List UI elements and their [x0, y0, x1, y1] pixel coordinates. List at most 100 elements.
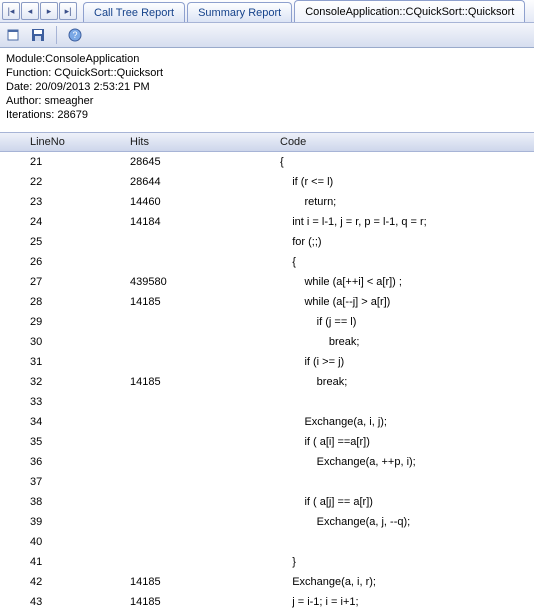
cell-lineno: 35: [0, 436, 130, 448]
tabs: Call Tree ReportSummary ReportConsoleApp…: [83, 0, 525, 22]
cell-code: if ( a[j] == a[r]): [280, 496, 534, 508]
cell-hits: 14185: [130, 376, 280, 388]
cell-lineno: 40: [0, 536, 130, 548]
cell-code: for (;;): [280, 236, 534, 248]
cell-lineno: 32: [0, 376, 130, 388]
meta-function: Function: CQuickSort::Quicksort: [6, 66, 528, 80]
cell-hits: 28645: [130, 156, 280, 168]
cell-hits: 14185: [130, 296, 280, 308]
table-row[interactable]: 37: [0, 472, 534, 492]
cell-lineno: 36: [0, 456, 130, 468]
cell-lineno: 21: [0, 156, 130, 168]
cell-lineno: 34: [0, 416, 130, 428]
cell-code: break;: [280, 376, 534, 388]
code-grid: 2128645{2228644 if (r <= l)2314460 retur…: [0, 152, 534, 613]
meta-date: Date: 20/09/2013 2:53:21 PM: [6, 80, 528, 94]
cell-hits: 14460: [130, 196, 280, 208]
table-row[interactable]: 40: [0, 532, 534, 552]
table-row[interactable]: 35 if ( a[i] ==a[r]): [0, 432, 534, 452]
cell-code: Exchange(a, i, j);: [280, 416, 534, 428]
cell-lineno: 39: [0, 516, 130, 528]
nav-last-icon[interactable]: ▸|: [59, 2, 77, 20]
meta-author: Author: smeagher: [6, 94, 528, 108]
header-lineno[interactable]: LineNo: [0, 136, 130, 148]
new-window-icon[interactable]: [4, 25, 24, 45]
help-icon[interactable]: ?: [65, 25, 85, 45]
table-row[interactable]: 3214185 break;: [0, 372, 534, 392]
tab-call-tree-report[interactable]: Call Tree Report: [83, 2, 185, 22]
meta-module: Module:ConsoleApplication: [6, 52, 528, 66]
table-row[interactable]: 2314460 return;: [0, 192, 534, 212]
cell-code: Exchange(a, ++p, i);: [280, 456, 534, 468]
table-row[interactable]: 30 break;: [0, 332, 534, 352]
cell-lineno: 37: [0, 476, 130, 488]
cell-lineno: 27: [0, 276, 130, 288]
cell-code: Exchange(a, j, --q);: [280, 516, 534, 528]
cell-code: if ( a[i] ==a[r]): [280, 436, 534, 448]
nav-next-icon[interactable]: ▸: [40, 2, 58, 20]
cell-code: int i = l-1, j = r, p = l-1, q = r;: [280, 216, 534, 228]
nav-first-icon[interactable]: |◂: [2, 2, 20, 20]
grid-header: LineNo Hits Code: [0, 132, 534, 152]
cell-code: if (j == l): [280, 316, 534, 328]
cell-code: j = i-1; i = i+1;: [280, 596, 534, 608]
table-row[interactable]: 38 if ( a[j] == a[r]): [0, 492, 534, 512]
nav-prev-icon[interactable]: ◂: [21, 2, 39, 20]
toolbar: ?: [0, 23, 534, 48]
tab-summary-report[interactable]: Summary Report: [187, 2, 292, 22]
table-row[interactable]: 4214185 Exchange(a, i, r);: [0, 572, 534, 592]
cell-lineno: 38: [0, 496, 130, 508]
cell-hits: 14184: [130, 216, 280, 228]
cell-code: }: [280, 556, 534, 568]
header-code[interactable]: Code: [280, 136, 534, 148]
cell-lineno: 24: [0, 216, 130, 228]
nav-buttons: |◂ ◂ ▸ ▸|: [2, 2, 77, 20]
cell-code: return;: [280, 196, 534, 208]
table-row[interactable]: 2228644 if (r <= l): [0, 172, 534, 192]
cell-code: break;: [280, 336, 534, 348]
svg-text:?: ?: [72, 30, 77, 40]
cell-hits: 28644: [130, 176, 280, 188]
table-row[interactable]: 41 }: [0, 552, 534, 572]
table-row[interactable]: 26 {: [0, 252, 534, 272]
table-row[interactable]: 31 if (i >= j): [0, 352, 534, 372]
table-row[interactable]: 4314185 j = i-1; i = i+1;: [0, 592, 534, 612]
cell-hits: 14185: [130, 596, 280, 608]
table-row[interactable]: 2814185 while (a[--j] > a[r]): [0, 292, 534, 312]
table-row[interactable]: 39 Exchange(a, j, --q);: [0, 512, 534, 532]
table-row[interactable]: 33: [0, 392, 534, 412]
tab-consoleapplication-cquicksort-quicksort[interactable]: ConsoleApplication::CQuickSort::Quicksor…: [294, 0, 525, 22]
cell-lineno: 43: [0, 596, 130, 608]
table-row[interactable]: 36 Exchange(a, ++p, i);: [0, 452, 534, 472]
cell-hits: 439580: [130, 276, 280, 288]
save-icon[interactable]: [28, 25, 48, 45]
cell-hits: 14185: [130, 576, 280, 588]
cell-lineno: 25: [0, 236, 130, 248]
meta-block: Module:ConsoleApplication Function: CQui…: [0, 48, 534, 132]
cell-code: if (r <= l): [280, 176, 534, 188]
cell-lineno: 42: [0, 576, 130, 588]
table-row[interactable]: 2128645{: [0, 152, 534, 172]
table-row[interactable]: 27439580 while (a[++i] < a[r]) ;: [0, 272, 534, 292]
header-hits[interactable]: Hits: [130, 136, 280, 148]
table-row[interactable]: 29 if (j == l): [0, 312, 534, 332]
cell-lineno: 26: [0, 256, 130, 268]
cell-lineno: 29: [0, 316, 130, 328]
cell-code: while (a[--j] > a[r]): [280, 296, 534, 308]
tab-bar: |◂ ◂ ▸ ▸| Call Tree ReportSummary Report…: [0, 0, 534, 23]
table-row[interactable]: 25 for (;;): [0, 232, 534, 252]
cell-lineno: 31: [0, 356, 130, 368]
cell-code: {: [280, 156, 534, 168]
cell-lineno: 28: [0, 296, 130, 308]
toolbar-separator: [56, 26, 57, 44]
cell-lineno: 23: [0, 196, 130, 208]
cell-lineno: 33: [0, 396, 130, 408]
cell-lineno: 22: [0, 176, 130, 188]
cell-code: while (a[++i] < a[r]) ;: [280, 276, 534, 288]
meta-iterations: Iterations: 28679: [6, 108, 528, 122]
table-row[interactable]: 2414184 int i = l-1, j = r, p = l-1, q =…: [0, 212, 534, 232]
table-row[interactable]: 34 Exchange(a, i, j);: [0, 412, 534, 432]
cell-lineno: 30: [0, 336, 130, 348]
cell-code: {: [280, 256, 534, 268]
cell-code: Exchange(a, i, r);: [280, 576, 534, 588]
